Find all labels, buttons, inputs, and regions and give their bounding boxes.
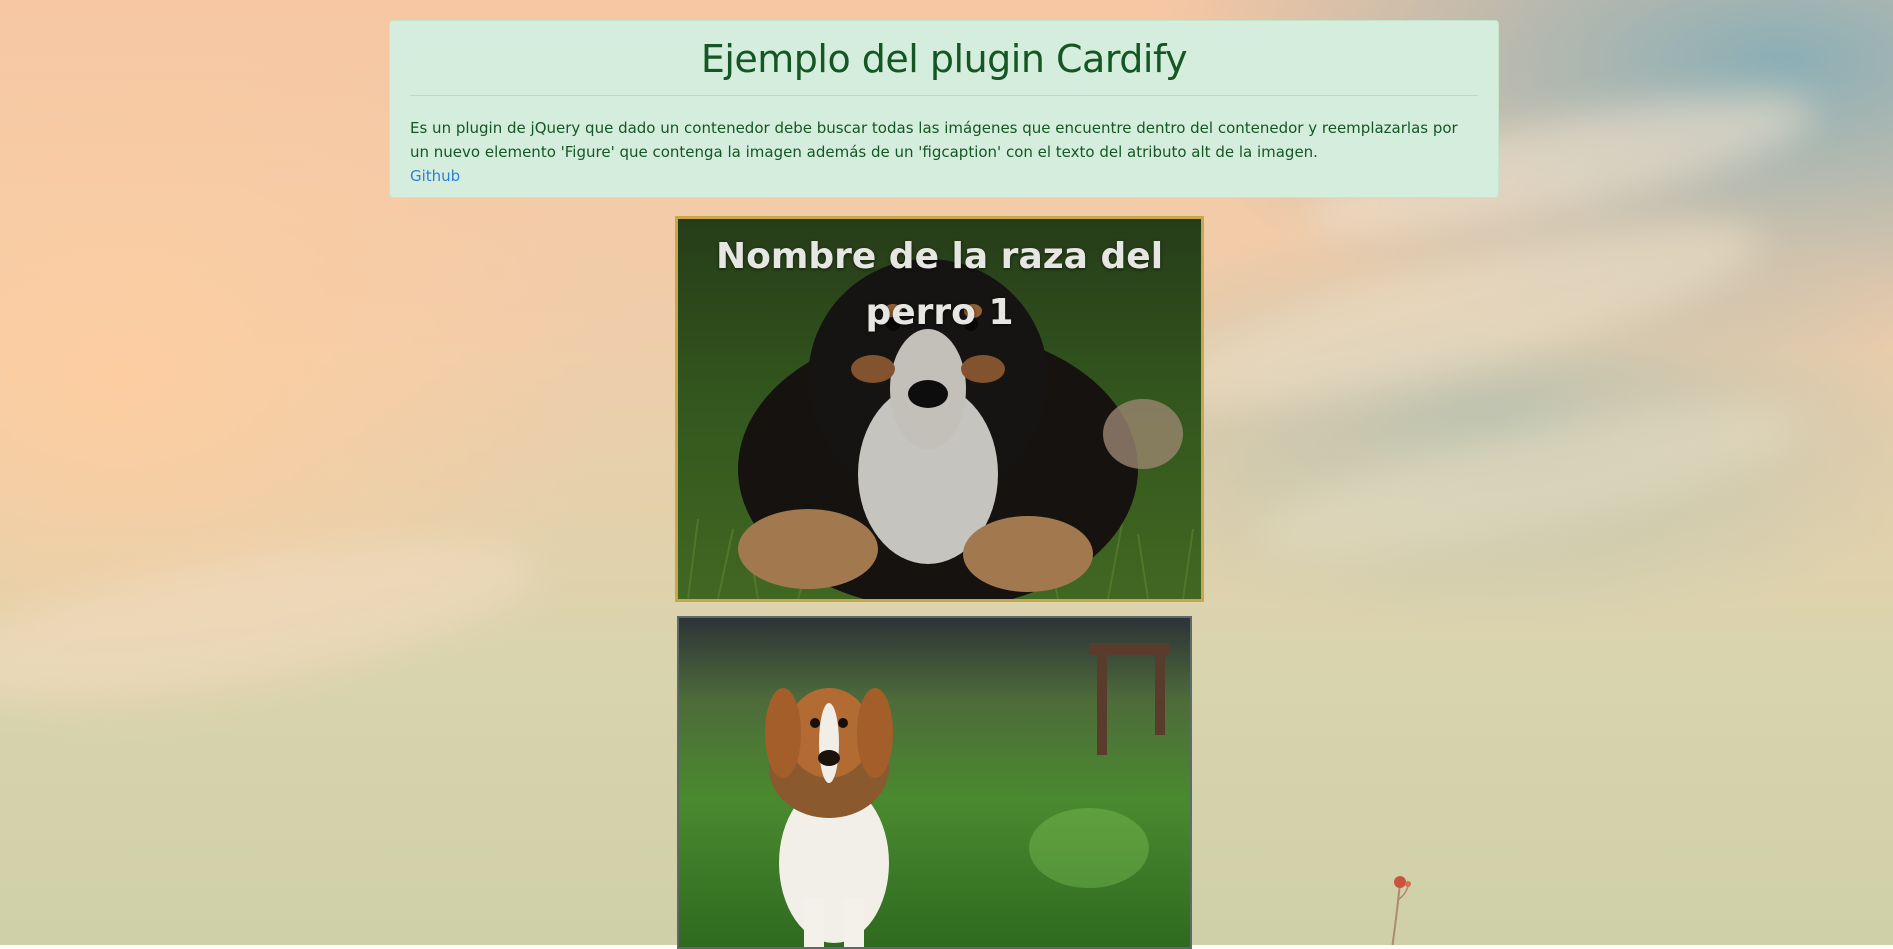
intro-alert: Ejemplo del plugin Cardify Es un plugin … — [389, 20, 1499, 198]
divider — [410, 95, 1478, 96]
dog-card-2[interactable] — [677, 616, 1192, 949]
beagle-photo — [679, 618, 1190, 947]
dog-card-1[interactable]: Nombre de la raza del perro 1 — [675, 216, 1204, 602]
page-title: Ejemplo del plugin Cardify — [700, 37, 1188, 81]
flower-decoration — [1391, 876, 1411, 945]
dog-card-1-caption: Nombre de la raza del perro 1 — [715, 236, 1164, 333]
github-link[interactable]: Github — [410, 164, 460, 188]
plugin-description: Es un plugin de jQuery que dado un conte… — [410, 119, 1458, 161]
